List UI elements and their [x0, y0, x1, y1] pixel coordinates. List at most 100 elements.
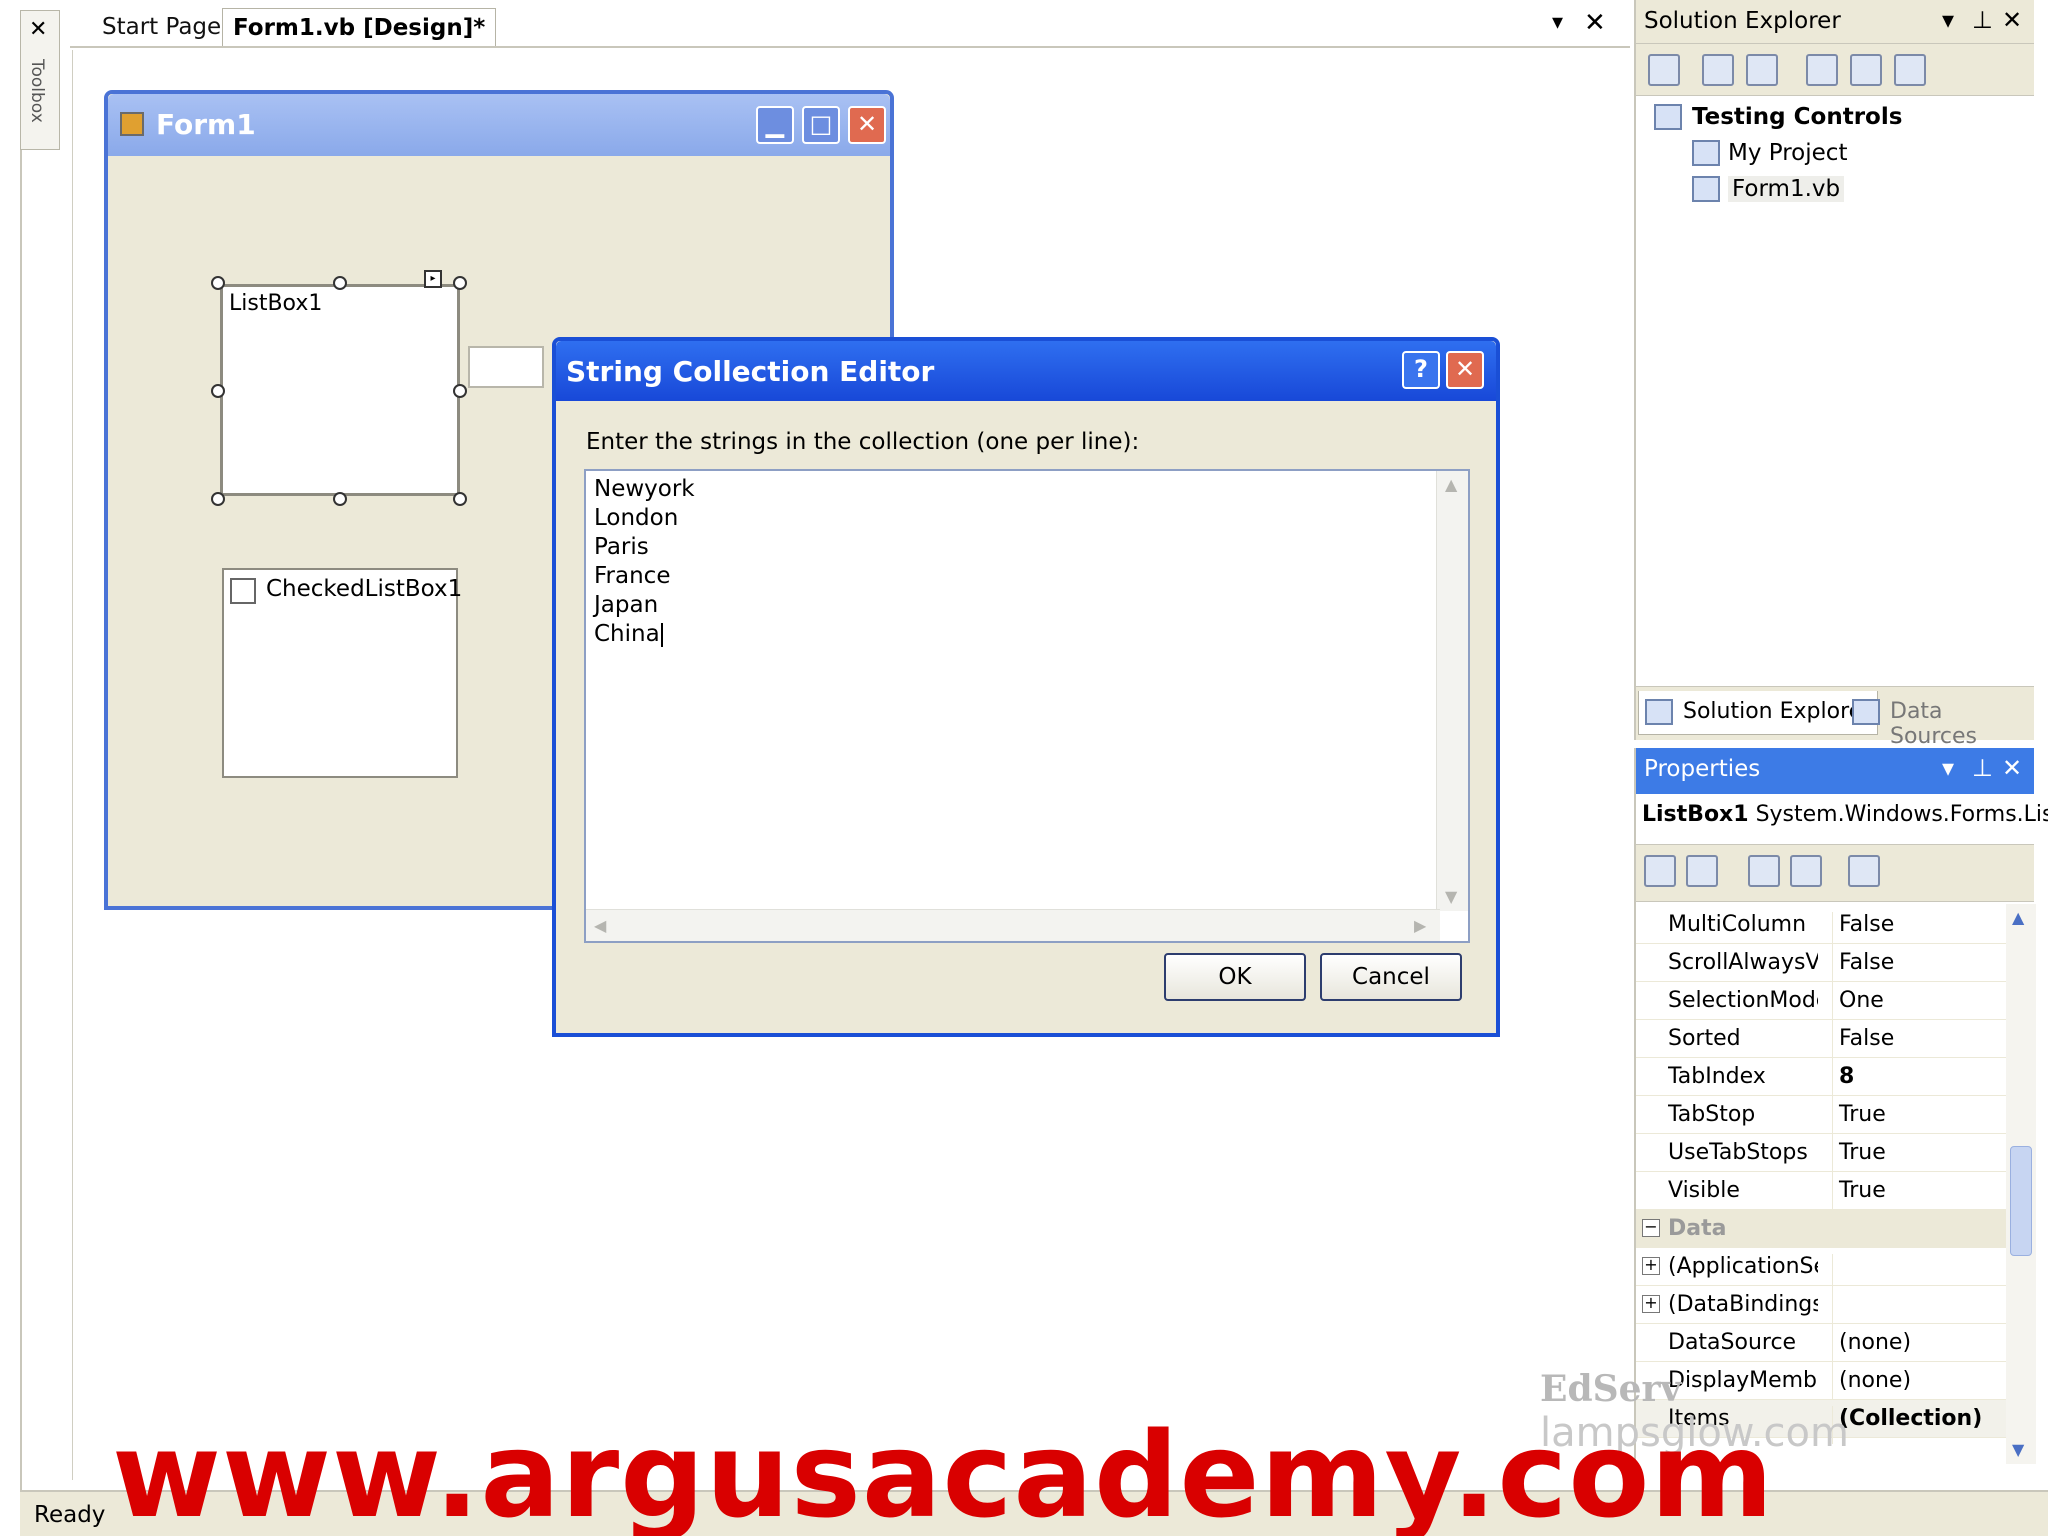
expand-icon[interactable]: + [1642, 1257, 1660, 1275]
toolbox-strip[interactable]: ✕ Toolbox [20, 10, 60, 150]
cancel-button[interactable]: Cancel [1320, 953, 1462, 1001]
property-row[interactable]: Visible True [1636, 1172, 2006, 1216]
scroll-up-icon[interactable]: ▲ [1445, 475, 1457, 494]
maximize-button[interactable]: □ [802, 106, 840, 144]
listbox1-control[interactable]: ListBox1 [220, 284, 460, 496]
properties-scrollbar[interactable]: ▲ ▼ [2006, 904, 2036, 1464]
tab-label: Solution Explorer [1683, 699, 1872, 724]
properties-title: Properties [1644, 756, 1761, 782]
scroll-down-icon[interactable]: ▼ [1445, 887, 1457, 906]
collapse-icon[interactable]: − [1642, 1219, 1660, 1237]
close-icon[interactable]: ✕ [1584, 8, 1606, 38]
scroll-down-icon[interactable]: ▼ [2012, 1440, 2024, 1459]
resize-handle[interactable] [333, 276, 347, 290]
vertical-scrollbar[interactable]: ▲ ▼ [1436, 471, 1468, 911]
dialog-titlebar[interactable]: String Collection Editor ? ✕ [556, 341, 1496, 401]
form-icon [120, 112, 144, 136]
checkbox-icon[interactable] [230, 578, 256, 604]
property-row[interactable]: + (ApplicationSetti [1636, 1248, 2006, 1292]
form1-titlebar[interactable]: Form1 ▁ □ ✕ [108, 94, 890, 156]
property-name: (DataBindings) [1668, 1292, 1818, 1317]
property-row[interactable]: Sorted False [1636, 1020, 2006, 1064]
data-sources-icon [1852, 699, 1880, 725]
property-name: DataSource [1668, 1330, 1797, 1355]
properties-panel: Properties ▾ ⊥ ✕ ListBox1 System.Windows… [1634, 748, 2048, 1488]
textbox-control[interactable] [468, 346, 544, 388]
categorized-icon[interactable] [1644, 855, 1676, 887]
scrollbar-thumb[interactable] [2010, 1146, 2032, 1256]
object-selector[interactable]: ListBox1 System.Windows.Forms.Lis ▾ [1642, 802, 2048, 827]
tab-data-sources[interactable]: Data Sources [1846, 691, 2034, 749]
left-divider [20, 150, 22, 1490]
property-name: TabIndex [1668, 1064, 1766, 1089]
alphabetical-icon[interactable] [1686, 855, 1718, 887]
property-name: (ApplicationSetti [1668, 1254, 1818, 1279]
property-row[interactable]: DataSource (none) [1636, 1324, 2006, 1368]
close-icon[interactable]: ✕ [2002, 754, 2022, 782]
property-row[interactable]: MultiColumn False [1636, 906, 2006, 950]
tab-start-page[interactable]: Start Page [92, 8, 231, 46]
minimize-button[interactable]: ▁ [756, 106, 794, 144]
close-icon[interactable]: ✕ [2002, 6, 2022, 34]
property-name: DisplayMember [1668, 1368, 1818, 1393]
strings-textarea[interactable]: Newyork London Paris France Japan China … [584, 469, 1470, 943]
scroll-right-icon[interactable]: ▶ [1414, 916, 1426, 935]
help-button[interactable]: ? [1402, 351, 1440, 389]
tree-item-my-project[interactable]: My Project [1728, 140, 1847, 166]
smart-tag-icon[interactable]: ▸ [424, 270, 442, 288]
horizontal-scrollbar[interactable]: ◀ ▶ [586, 909, 1440, 941]
expand-icon[interactable]: + [1642, 1295, 1660, 1313]
resize-handle[interactable] [211, 276, 225, 290]
checkedlistbox1-control[interactable]: CheckedListBox1 [222, 568, 462, 778]
argusacademy-watermark: www.argusacademy.com [112, 1406, 1775, 1536]
property-pages-icon[interactable] [1848, 855, 1880, 887]
resize-handle[interactable] [333, 492, 347, 506]
property-row[interactable]: TabIndex 8 [1636, 1058, 2006, 1102]
property-row[interactable]: + (DataBindings) [1636, 1286, 2006, 1330]
view-code-icon[interactable] [1806, 54, 1838, 86]
resize-handle[interactable] [211, 492, 225, 506]
property-row[interactable]: ScrollAlwaysVisit False [1636, 944, 2006, 988]
object-name: ListBox1 [1642, 802, 1749, 827]
tab-solution-explorer[interactable]: Solution Explorer [1638, 691, 1879, 735]
scroll-up-icon[interactable]: ▲ [2012, 908, 2024, 927]
string-collection-editor-dialog[interactable]: String Collection Editor ? ✕ Enter the s… [552, 337, 1500, 1037]
close-button[interactable]: ✕ [848, 106, 886, 144]
property-row[interactable]: UseTabStops True [1636, 1134, 2006, 1178]
chevron-down-icon[interactable]: ▾ [1552, 10, 1563, 35]
scroll-left-icon[interactable]: ◀ [594, 916, 606, 935]
events-icon[interactable] [1790, 855, 1822, 887]
pin-icon[interactable]: ⊥ [1972, 6, 1993, 34]
tab-form1-design[interactable]: Form1.vb [Design]* [222, 8, 497, 46]
tree-item-form1[interactable]: Form1.vb [1728, 176, 1845, 202]
chevron-down-icon[interactable]: ▾ [1942, 6, 1954, 34]
property-row[interactable]: DisplayMember (none) [1636, 1362, 2006, 1406]
form1-title: Form1 [156, 108, 256, 141]
tree-item-project[interactable]: Testing Controls [1692, 104, 1902, 130]
resize-handle[interactable] [211, 384, 225, 398]
document-tab-strip: Start Page Form1.vb [Design]* [70, 0, 1630, 48]
chevron-down-icon[interactable]: ▾ [1942, 754, 1954, 782]
property-name: ScrollAlwaysVisit [1668, 950, 1818, 975]
property-row[interactable]: SelectionMode One [1636, 982, 2006, 1026]
property-name: SelectionMode [1668, 988, 1818, 1013]
resize-handle[interactable] [453, 384, 467, 398]
pin-icon[interactable]: ⊥ [1972, 754, 1993, 782]
properties-header: Properties ▾ ⊥ ✕ [1636, 748, 2034, 794]
property-row[interactable]: TabStop True [1636, 1096, 2006, 1140]
class-diagram-icon[interactable] [1894, 54, 1926, 86]
properties-icon[interactable] [1748, 855, 1780, 887]
close-button[interactable]: ✕ [1446, 351, 1484, 389]
form-file-icon [1692, 176, 1720, 202]
property-value[interactable]: (Collection) [1832, 1406, 1982, 1444]
properties-icon[interactable] [1648, 54, 1680, 86]
show-all-files-icon[interactable] [1702, 54, 1734, 86]
property-name: TabStop [1668, 1102, 1756, 1127]
refresh-icon[interactable] [1746, 54, 1778, 86]
toolbox-label: Toolbox [27, 59, 47, 123]
property-category-row[interactable]: − Data [1636, 1210, 2006, 1248]
resize-handle[interactable] [453, 492, 467, 506]
view-designer-icon[interactable] [1850, 54, 1882, 86]
ok-button[interactable]: OK [1164, 953, 1306, 1001]
resize-handle[interactable] [453, 276, 467, 290]
